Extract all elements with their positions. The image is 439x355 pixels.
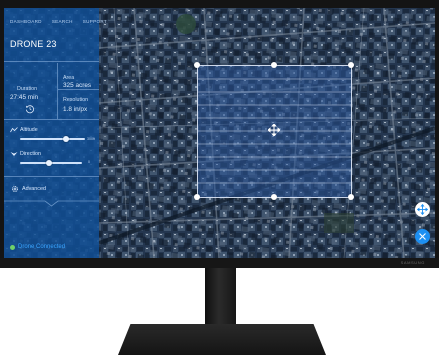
edge-handle-top[interactable]: [271, 62, 277, 68]
corner-handle-bottom-left[interactable]: [194, 194, 200, 200]
corner-handle-top-left[interactable]: [194, 62, 200, 68]
divider: [58, 89, 99, 90]
close-button[interactable]: [415, 229, 430, 244]
connection-text: Drone Connected: [18, 244, 66, 250]
duration-value: 27:45 min: [10, 94, 39, 101]
advanced-label: Advanced: [22, 186, 46, 192]
direction-icon: [10, 152, 18, 156]
tab-support[interactable]: SUPPORT: [83, 19, 107, 33]
screen: DASHBOARD SEARCH SUPPORT DRONE 23 Durati…: [4, 8, 435, 258]
direction-value: 0: [88, 160, 90, 164]
drone-title: DRONE 23: [10, 39, 57, 49]
duration-label: Duration: [17, 86, 38, 92]
resolution-label: Resolution: [63, 97, 89, 103]
tab-bar: DASHBOARD SEARCH SUPPORT: [4, 8, 107, 33]
area-value: 325 acres: [63, 82, 92, 89]
altitude-slider-track[interactable]: [20, 138, 85, 140]
pan-button[interactable]: [415, 202, 430, 217]
monitor-stand-base: [118, 324, 326, 355]
move-icon: [416, 203, 429, 216]
divider: [4, 61, 99, 62]
direction-control: Direction 0: [4, 148, 99, 178]
status-dot: [10, 245, 15, 250]
resolution-value: 1.8 in/px: [63, 106, 88, 113]
altitude-label: Altitude: [20, 127, 38, 133]
direction-slider-knob[interactable]: [46, 160, 52, 166]
chevron-down-icon[interactable]: [4, 200, 99, 208]
connection-status: Drone Connected: [4, 240, 99, 258]
monitor-stand-neck: [205, 268, 236, 326]
monitor-brand: SAMSUNG: [400, 260, 425, 265]
divider: [4, 119, 99, 120]
gear-icon: [12, 186, 18, 192]
direction-label: Direction: [20, 151, 41, 157]
history-icon[interactable]: [25, 104, 35, 114]
altitude-value: 300ft: [87, 137, 95, 141]
close-icon: [419, 233, 426, 240]
altitude-slider-knob[interactable]: [63, 136, 69, 142]
divider: [4, 176, 99, 177]
area-label: Area: [63, 75, 75, 81]
tab-dashboard[interactable]: DASHBOARD: [10, 19, 42, 33]
altitude-icon: [10, 127, 18, 133]
move-icon[interactable]: [268, 124, 280, 136]
sidebar: DASHBOARD SEARCH SUPPORT DRONE 23 Durati…: [4, 8, 107, 258]
mission-stats: Duration 27:45 min Area 325 acres Resolu…: [4, 63, 99, 119]
corner-handle-top-right[interactable]: [348, 62, 354, 68]
monitor-chin: [0, 258, 439, 268]
tab-search[interactable]: SEARCH: [52, 19, 73, 33]
corner-handle-bottom-right[interactable]: [348, 194, 354, 200]
edge-handle-bottom[interactable]: [271, 194, 277, 200]
duration-panel: Duration 27:45 min: [4, 63, 58, 119]
